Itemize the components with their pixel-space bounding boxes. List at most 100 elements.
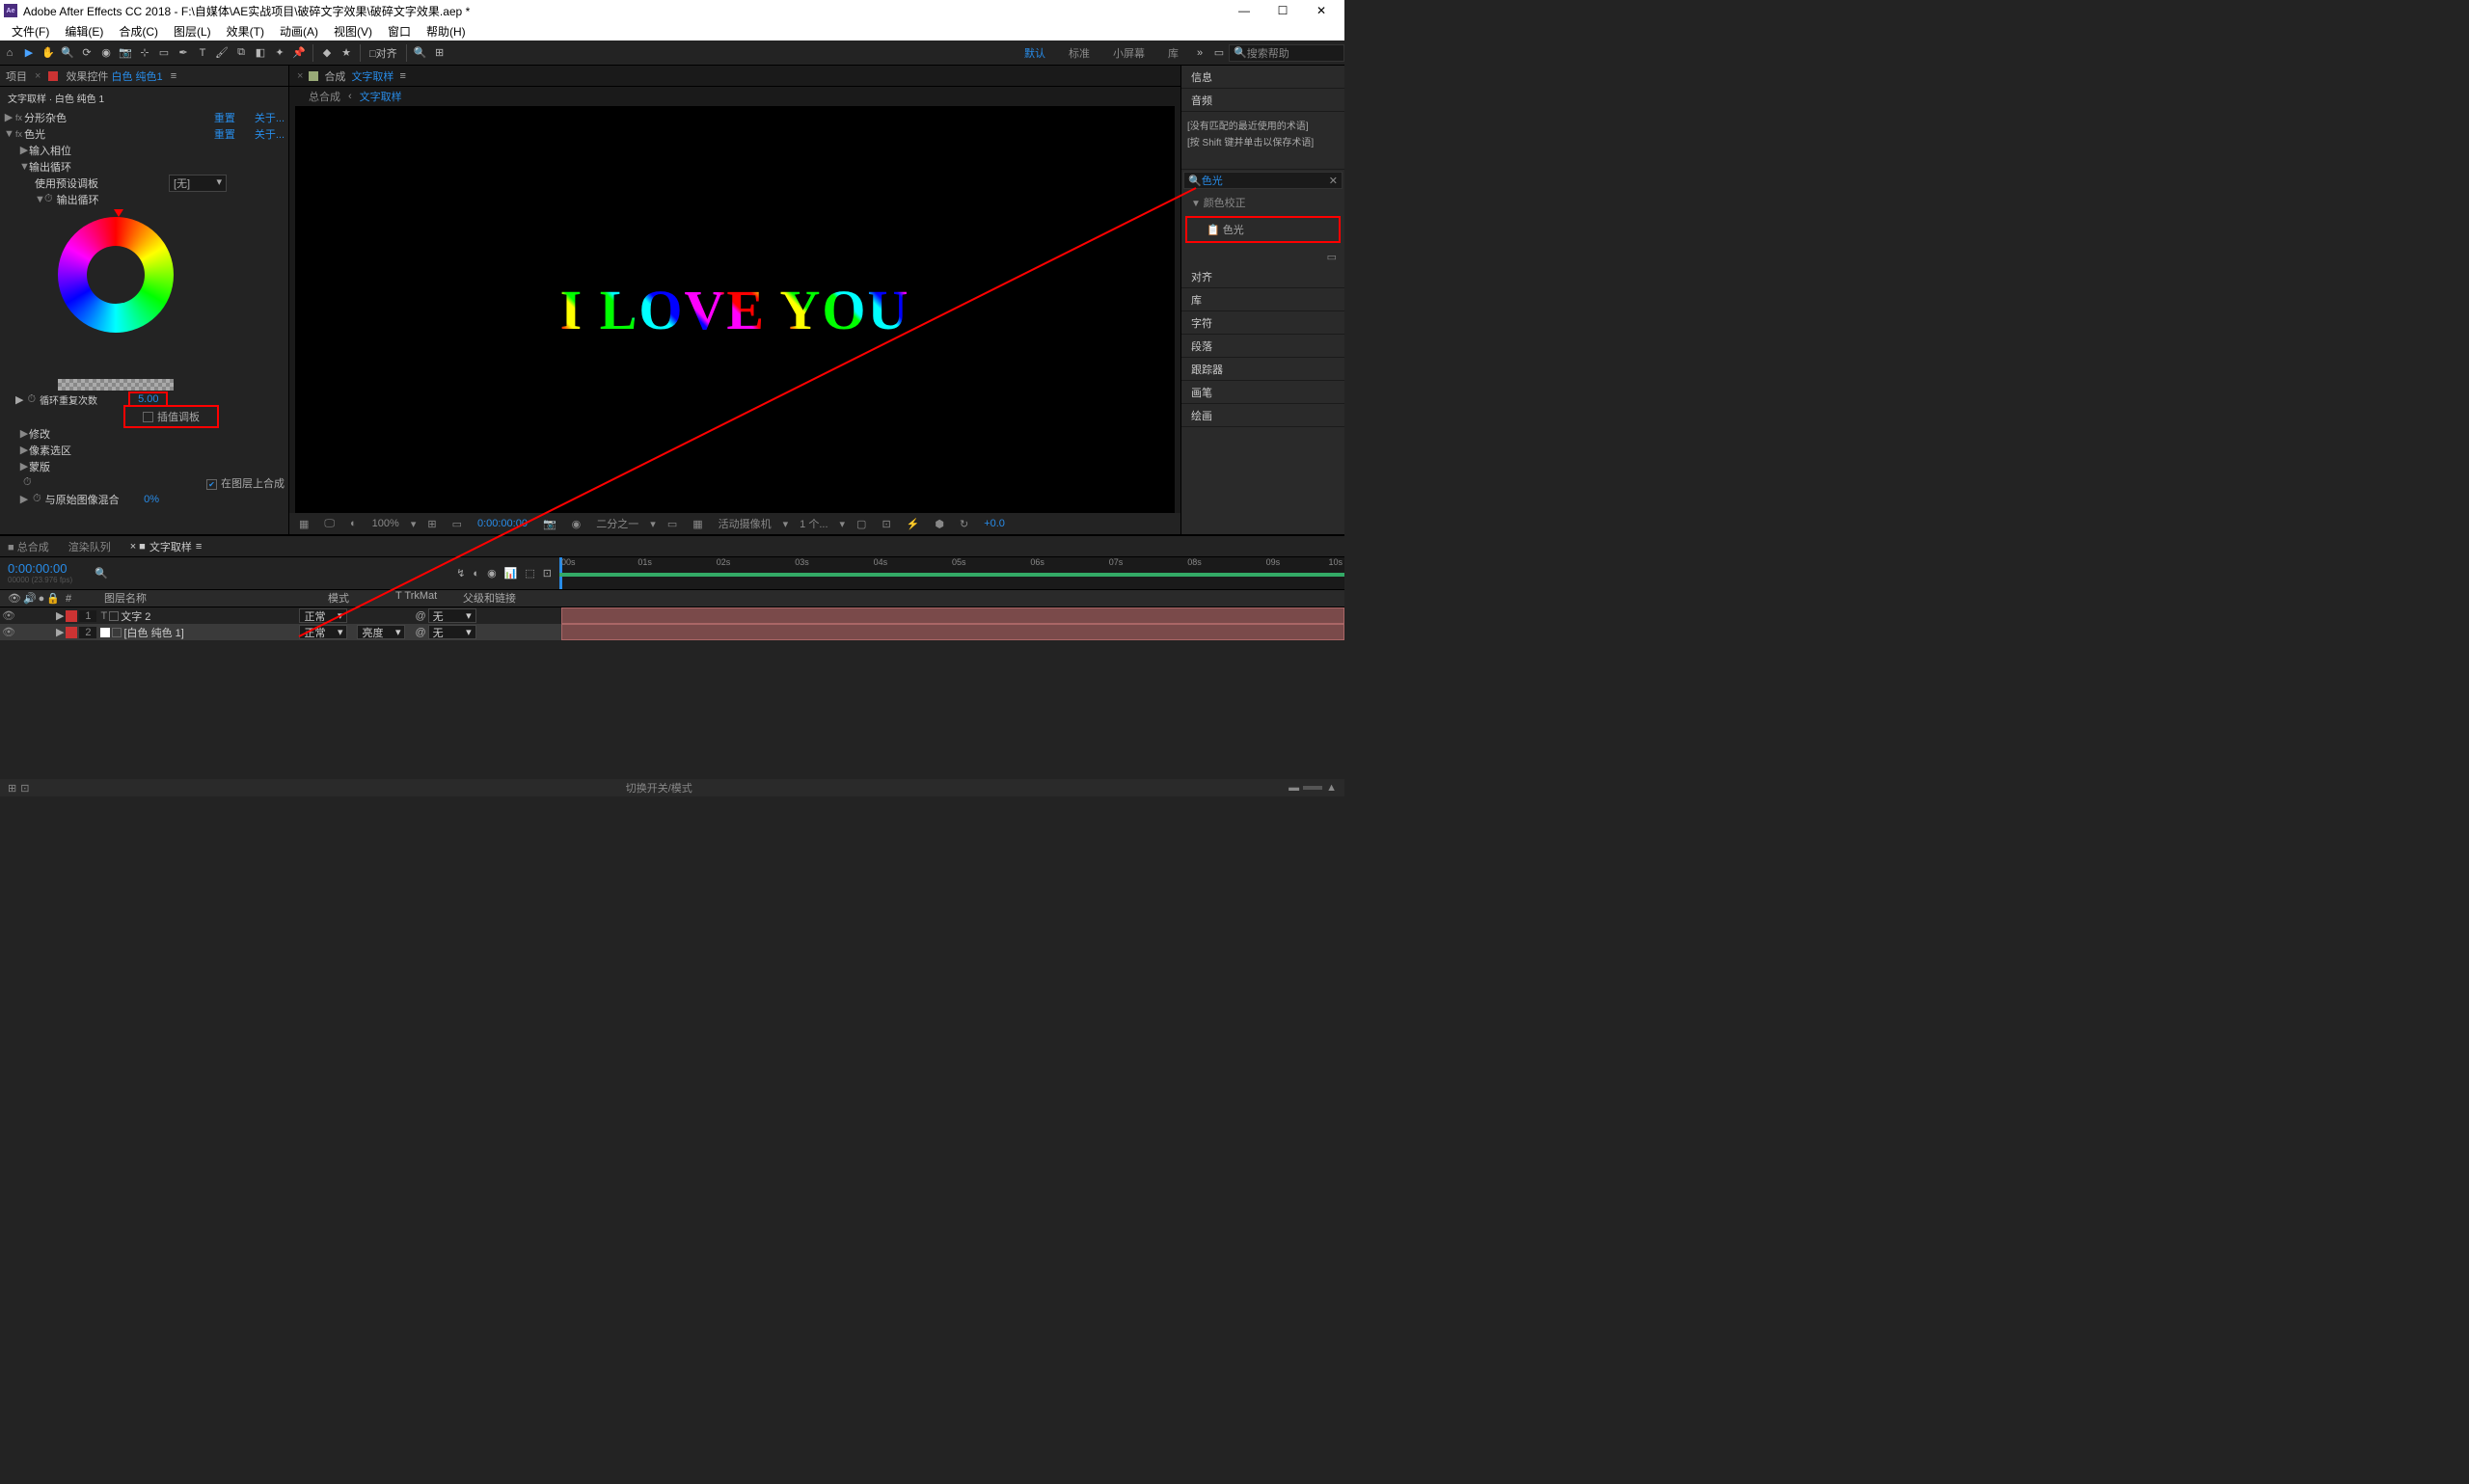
zoom-out-icon[interactable]: ▬ [1289, 782, 1299, 794]
workspace-standard[interactable]: 标准 [1057, 45, 1101, 61]
pickwhip-icon[interactable]: @ [415, 610, 425, 622]
effect-colorama[interactable]: 色光 [24, 126, 195, 142]
zoom-tool-icon[interactable]: 🔍 [59, 44, 76, 62]
tab-project[interactable]: 项目 [6, 68, 27, 84]
panel-audio[interactable]: 音频 [1181, 89, 1344, 112]
blend-value[interactable]: 0% [144, 494, 159, 505]
reset-link[interactable]: 重置 [214, 126, 235, 142]
col-trkmat[interactable]: T TrkMat [395, 590, 463, 607]
panel-menu-icon[interactable]: ≡ [171, 70, 176, 82]
camera-tool-icon[interactable]: 📷 [117, 44, 134, 62]
fast-icon[interactable]: ⚡ [903, 518, 924, 530]
help-search-input[interactable]: 🔍 搜索帮助 [1229, 44, 1344, 62]
tab-main-comp[interactable]: ■ 总合成 [8, 539, 49, 554]
panel-tracker[interactable]: 跟踪器 [1181, 358, 1344, 381]
menu-edit[interactable]: 编辑(E) [57, 23, 111, 40]
layer-bar-2[interactable] [561, 624, 1344, 640]
tab-render-queue[interactable]: 渲染队列 [68, 539, 111, 554]
twirl-icon[interactable]: ▶ [19, 144, 29, 156]
search-tool-icon[interactable]: 🔍 [412, 44, 429, 62]
twirl-icon[interactable]: ▶ [15, 393, 23, 406]
workspace-library[interactable]: 库 [1156, 45, 1190, 61]
pixel-icon[interactable]: ⊡ [878, 518, 894, 530]
twirl-icon[interactable]: ▶ [19, 460, 29, 472]
menu-view[interactable]: 视图(V) [326, 23, 380, 40]
display-icon[interactable]: 🖵 [320, 518, 339, 530]
col-mode[interactable]: 模式 [328, 590, 395, 607]
eraser-tool-icon[interactable]: ◧ [252, 44, 269, 62]
view-icon[interactable]: ▢ [853, 518, 870, 530]
menu-help[interactable]: 帮助(H) [419, 23, 474, 40]
col-layer-name[interactable]: 图层名称 [96, 590, 328, 607]
twirl-icon[interactable]: ▶ [4, 111, 14, 123]
new-bin-icon[interactable]: ▭ [1181, 249, 1344, 265]
lock-col-icon[interactable]: 🔒 [46, 592, 60, 605]
snap-toggle[interactable]: □对齐 [366, 44, 401, 62]
about-link[interactable]: 关于... [255, 110, 285, 125]
visibility-toggle[interactable]: 👁 [0, 626, 17, 638]
composition-viewer[interactable]: I LOVE YOU [295, 106, 1175, 513]
3d-icon[interactable]: ⬢ [931, 518, 948, 530]
stopwatch-icon[interactable]: ⏱ [23, 476, 32, 489]
timeline-ruler[interactable]: 00s 01s 02s 03s 04s 05s 06s 07s 08s 09s … [559, 557, 1344, 589]
transparency-icon[interactable]: ▦ [689, 518, 706, 530]
minimize-button[interactable]: — [1225, 0, 1263, 21]
menu-window[interactable]: 窗口 [380, 23, 419, 40]
menu-layer[interactable]: 图层(L) [166, 23, 219, 40]
text-tool-icon[interactable]: T [194, 44, 211, 62]
twirl-icon[interactable]: ▶ [19, 444, 29, 456]
effects-search-input[interactable]: 🔍 色光 ✕ [1183, 172, 1343, 189]
guides-icon[interactable]: ▭ [448, 518, 466, 530]
camera-dropdown[interactable]: 活动摄像机 [715, 516, 775, 531]
stopwatch-icon[interactable]: ⏱ [27, 393, 36, 406]
alpha-icon[interactable]: ▦ [295, 518, 312, 530]
search-category[interactable]: ▼ 颜色校正 [1187, 191, 1339, 214]
snapshot-icon[interactable]: 📷 [539, 518, 560, 530]
panel-paragraph[interactable]: 段落 [1181, 335, 1344, 358]
grid-icon[interactable]: ⊞ [431, 44, 448, 62]
workspace-small[interactable]: 小屏幕 [1101, 45, 1156, 61]
pickwhip-icon[interactable]: @ [415, 627, 425, 638]
frame-blend-icon[interactable]: ◐ [473, 568, 479, 580]
solo-col-icon[interactable]: ● [39, 593, 45, 605]
motion-blur-icon[interactable]: ◉ [487, 567, 497, 580]
layer-bar-1[interactable] [561, 607, 1344, 624]
footer-timecode[interactable]: 0:00:00:00 [474, 518, 531, 529]
panel-library[interactable]: 库 [1181, 288, 1344, 311]
reset-link[interactable]: 重置 [214, 110, 235, 125]
panel-character[interactable]: 字符 [1181, 311, 1344, 335]
toggle-modes-label[interactable]: 切换开关/模式 [29, 780, 1289, 796]
panel-icon[interactable]: ▭ [1210, 44, 1228, 62]
orbit-tool-icon[interactable]: ⟳ [78, 44, 95, 62]
exposure-value[interactable]: +0.0 [980, 518, 1009, 529]
pen-tool-icon[interactable]: ✒ [175, 44, 192, 62]
graph-icon[interactable]: 📊 [504, 567, 518, 580]
panel-align[interactable]: 对齐 [1181, 265, 1344, 288]
hand-tool-icon[interactable]: ✋ [40, 44, 57, 62]
color-wheel-control[interactable] [0, 207, 288, 371]
stamp-tool-icon[interactable]: ⧉ [232, 44, 250, 62]
panel-menu-icon[interactable]: ≡ [399, 70, 405, 82]
rect-tool-icon[interactable]: ▭ [155, 44, 173, 62]
mask-icon[interactable]: ◐ [346, 518, 361, 529]
views-dropdown[interactable]: 1 个... [796, 516, 831, 531]
comp-checkbox[interactable]: ✔ [206, 479, 217, 490]
selection-tool-icon[interactable]: ▶ [20, 44, 38, 62]
breadcrumb-current[interactable]: 文字取样 [360, 89, 402, 104]
workspace-default[interactable]: 默认 [1013, 45, 1057, 61]
menu-animation[interactable]: 动画(A) [272, 23, 326, 40]
clear-search-icon[interactable]: ✕ [1329, 175, 1338, 187]
timeline-search-icon[interactable]: 🔍 [95, 567, 108, 580]
zoom-in-icon[interactable]: ▲ [1326, 782, 1337, 794]
tab-effect-controls[interactable]: 效果控件 白色 纯色1 [66, 68, 162, 84]
audio-col-icon[interactable]: 🔊 [23, 592, 37, 605]
stopwatch-icon[interactable]: ⏱ [44, 193, 53, 205]
panel-info[interactable]: 信息 [1181, 66, 1344, 89]
col-parent[interactable]: 父级和链接 [463, 590, 559, 607]
switch-icon[interactable]: ⊡ [543, 567, 552, 580]
close-button[interactable]: ✕ [1302, 0, 1341, 21]
timeline-timecode[interactable]: 0:00:00:00 00000 (23.976 fps) [0, 557, 87, 589]
effect-fractal-noise[interactable]: 分形杂色 [24, 110, 195, 125]
eye-col-icon[interactable]: 👁 [8, 592, 21, 605]
resolution-dropdown[interactable]: 二分之一 [592, 516, 642, 531]
